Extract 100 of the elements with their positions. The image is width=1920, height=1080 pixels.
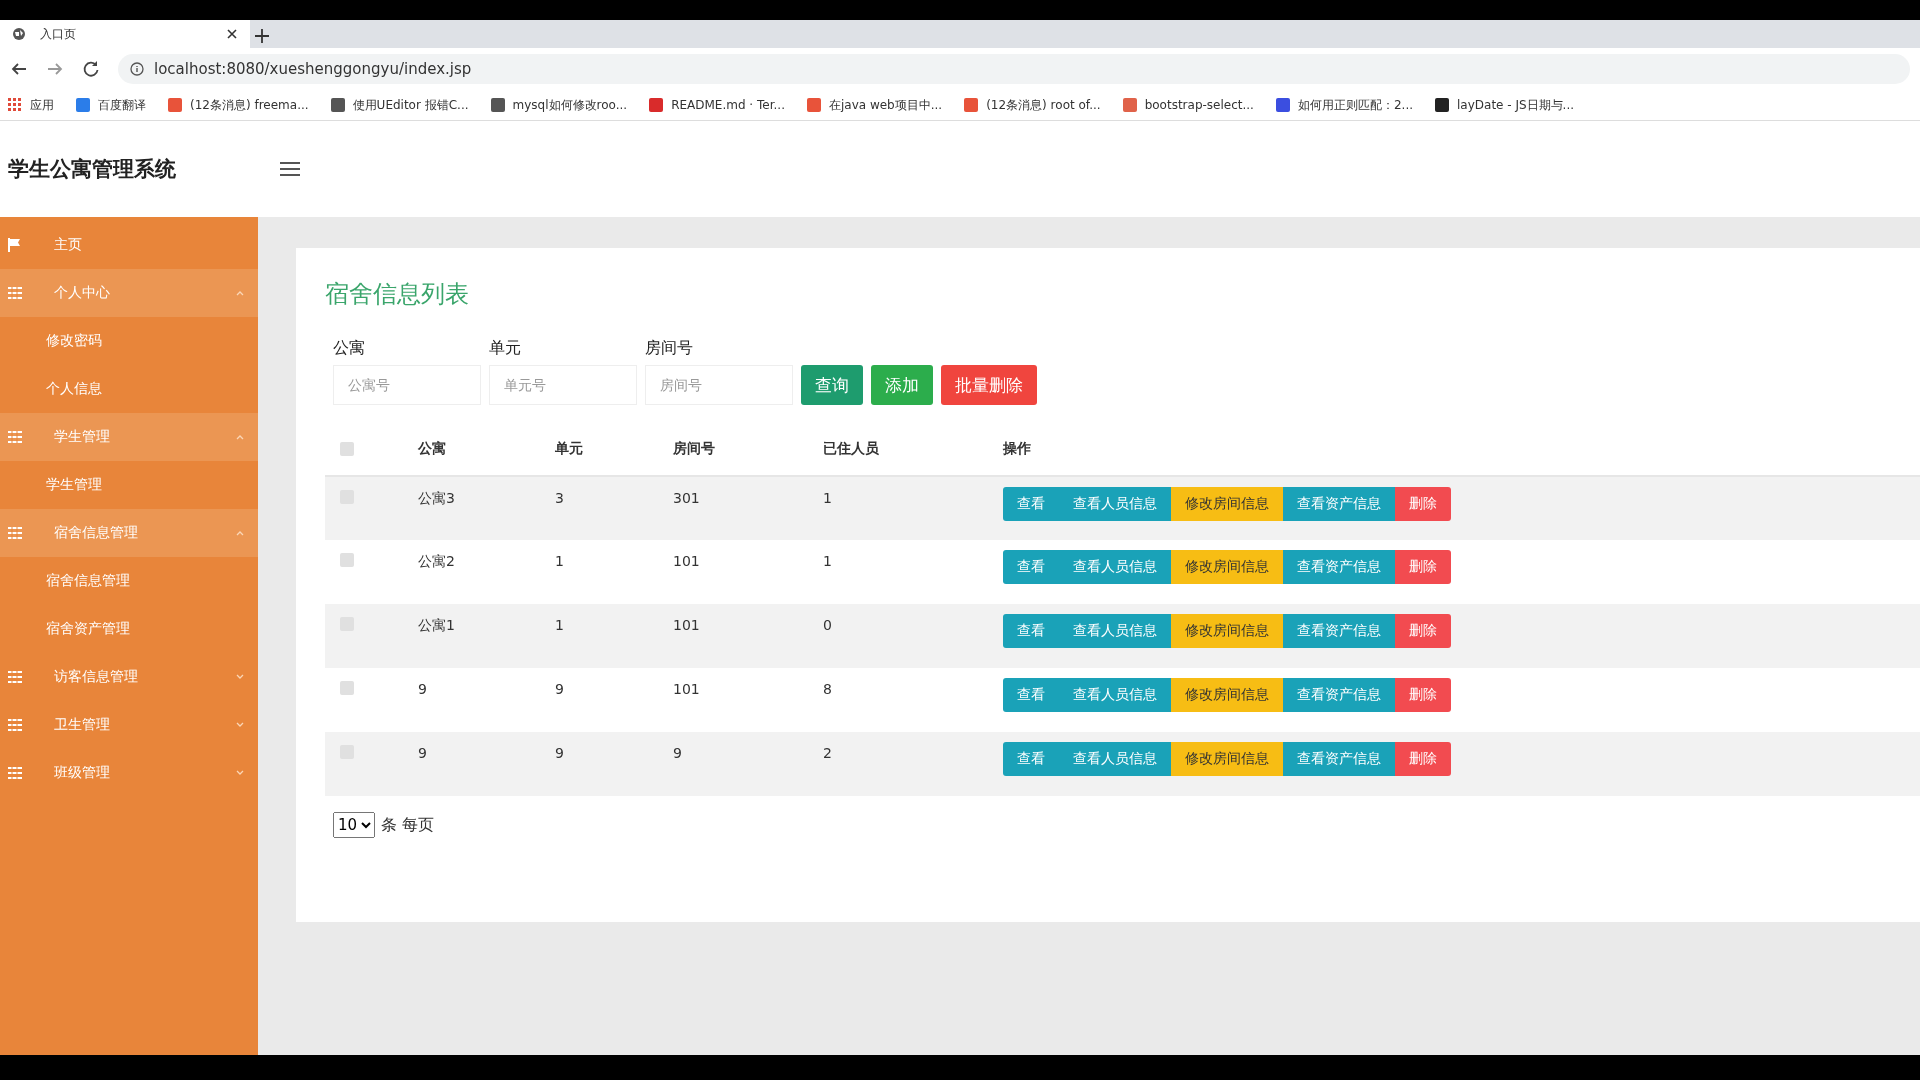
action-button[interactable]: 查看人员信息	[1059, 550, 1171, 584]
action-button[interactable]: 查看资产信息	[1283, 742, 1395, 776]
table-cell: 101	[673, 553, 700, 569]
bookmark[interactable]: layDate - JS日期与...	[1435, 96, 1575, 114]
bookmark[interactable]: 在java web项目中...	[806, 96, 943, 114]
caret-icon	[236, 722, 244, 728]
caret-icon	[236, 290, 244, 296]
table-cell: 301	[673, 490, 700, 506]
bookmark[interactable]: 百度翻译	[76, 96, 146, 114]
search-button[interactable]: 查询	[801, 365, 863, 405]
browser-tab[interactable]: 入口页	[0, 20, 250, 48]
sidebar-subitem[interactable]: 学生管理	[0, 461, 258, 509]
checkbox[interactable]	[340, 681, 354, 695]
sidebar-group[interactable]: 宿舍信息管理	[0, 509, 258, 557]
input-field[interactable]: 房间号	[645, 365, 793, 405]
table-cell: 1	[823, 490, 832, 506]
table-cell: 9	[418, 681, 427, 697]
delete-button[interactable]: 批量删除	[941, 365, 1037, 405]
grid-icon	[8, 767, 22, 779]
table-cell: 8	[823, 681, 832, 697]
edit-button[interactable]: 修改房间信息	[1171, 550, 1283, 584]
action-button[interactable]: 查看资产信息	[1283, 614, 1395, 648]
table-cell: 1	[555, 617, 564, 633]
grid-icon	[8, 431, 22, 443]
sidebar-subitem[interactable]: 个人信息	[0, 365, 258, 413]
address-bar[interactable]: localhost:8080/xueshenggongyu/index.jsp	[118, 54, 1910, 84]
sidebar-group[interactable]: 班级管理	[0, 749, 258, 797]
sidebar-group[interactable]: 访客信息管理	[0, 653, 258, 701]
column-header: 房间号	[673, 440, 715, 456]
bookmark[interactable]: README.md · Ter...	[649, 98, 785, 112]
caret-icon	[236, 434, 244, 440]
delete-button[interactable]: 删除	[1395, 614, 1451, 648]
flag-icon	[8, 238, 22, 252]
checkbox[interactable]	[340, 442, 354, 456]
menu-icon[interactable]	[280, 161, 300, 177]
bookmark[interactable]: 如何用正则匹配：2...	[1275, 96, 1413, 114]
table-cell: 公寓2	[418, 553, 455, 569]
bookmark[interactable]: mysql如何修改roo...	[490, 96, 628, 114]
bookmark[interactable]: 使用UEditor 报错C...	[330, 96, 469, 114]
caret-icon	[236, 674, 244, 680]
grid-icon	[8, 527, 22, 539]
action-button[interactable]: 查看资产信息	[1283, 487, 1395, 521]
sidebar-subitem[interactable]: 修改密码	[0, 317, 258, 365]
sidebar-item[interactable]: 主页	[0, 221, 258, 269]
reload-icon[interactable]	[82, 60, 100, 78]
column-header: 单元	[555, 440, 583, 456]
bookmark[interactable]: (12条消息) freema...	[168, 96, 309, 114]
sidebar-group[interactable]: 个人中心	[0, 269, 258, 317]
table-cell: 9	[673, 745, 682, 761]
caret-icon	[236, 770, 244, 776]
table-cell: 1	[555, 553, 564, 569]
column-header: 公寓	[418, 440, 446, 456]
action-button[interactable]: 查看	[1003, 550, 1059, 584]
action-button[interactable]: 查看	[1003, 678, 1059, 712]
action-button[interactable]: 查看	[1003, 614, 1059, 648]
table-cell: 2	[823, 745, 832, 761]
grid-icon	[8, 671, 22, 683]
delete-button[interactable]: 删除	[1395, 678, 1451, 712]
sidebar-group[interactable]: 学生管理	[0, 413, 258, 461]
grid-icon	[8, 287, 22, 299]
page-heading: 宿舍信息列表	[325, 279, 470, 310]
edit-button[interactable]: 修改房间信息	[1171, 487, 1283, 521]
sidebar-subitem[interactable]: 宿舍资产管理	[0, 605, 258, 653]
delete-button[interactable]: 删除	[1395, 487, 1451, 521]
page-size-select[interactable]: 10	[333, 812, 375, 838]
bookmark[interactable]: 应用	[8, 96, 54, 114]
action-button[interactable]: 查看人员信息	[1059, 487, 1171, 521]
action-button[interactable]: 查看人员信息	[1059, 742, 1171, 776]
table-cell: 公寓3	[418, 490, 455, 506]
input-field[interactable]: 公寓号	[333, 365, 481, 405]
edit-button[interactable]: 修改房间信息	[1171, 614, 1283, 648]
table-cell: 9	[555, 681, 564, 697]
bookmark[interactable]: bootstrap-select...	[1122, 98, 1254, 112]
action-button[interactable]: 查看人员信息	[1059, 614, 1171, 648]
app-title: 学生公寓管理系统	[8, 156, 177, 183]
table-cell: 9	[555, 745, 564, 761]
column-header: 操作	[1003, 440, 1031, 456]
action-button[interactable]: 查看	[1003, 487, 1059, 521]
edit-button[interactable]: 修改房间信息	[1171, 742, 1283, 776]
grid-icon	[8, 719, 22, 731]
table-cell: 公寓1	[418, 617, 455, 633]
action-button[interactable]: 查看资产信息	[1283, 678, 1395, 712]
input-field[interactable]: 单元号	[489, 365, 637, 405]
sidebar-subitem[interactable]: 宿舍信息管理	[0, 557, 258, 605]
field-label: 公寓	[333, 338, 366, 359]
add-button[interactable]: 添加	[871, 365, 933, 405]
edit-button[interactable]: 修改房间信息	[1171, 678, 1283, 712]
close-icon[interactable]	[226, 28, 238, 40]
checkbox[interactable]	[340, 553, 354, 567]
action-button[interactable]: 查看资产信息	[1283, 550, 1395, 584]
info-icon	[130, 62, 144, 76]
sidebar-group[interactable]: 卫生管理	[0, 701, 258, 749]
delete-button[interactable]: 删除	[1395, 550, 1451, 584]
tab-title: 入口页	[40, 25, 77, 43]
action-button[interactable]: 查看	[1003, 742, 1059, 776]
table-cell: 101	[673, 617, 700, 633]
bookmark[interactable]: (12条消息) root of...	[964, 96, 1101, 114]
delete-button[interactable]: 删除	[1395, 742, 1451, 776]
action-button[interactable]: 查看人员信息	[1059, 678, 1171, 712]
table-cell: 0	[823, 617, 832, 633]
